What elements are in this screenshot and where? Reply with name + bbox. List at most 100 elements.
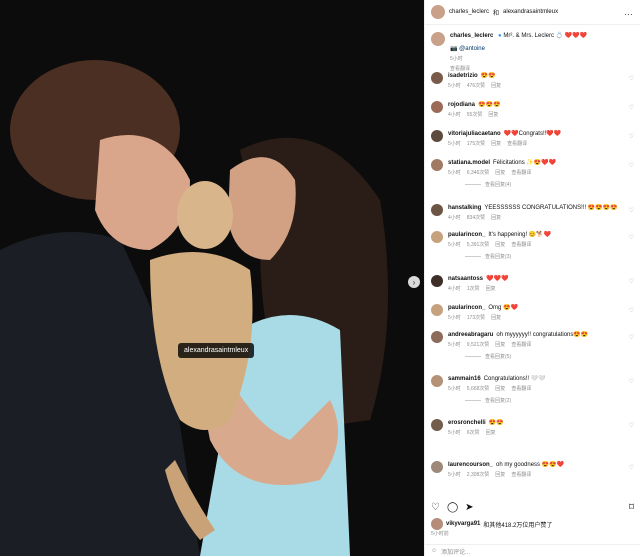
translate-link[interactable]: 查看翻译	[511, 242, 531, 248]
comment-likes[interactable]: 9,521次赞	[467, 342, 490, 348]
comment-likes[interactable]: 2,308次赞	[467, 472, 490, 478]
avatar[interactable]	[431, 5, 445, 19]
comment-username[interactable]: natsaantoss	[448, 276, 483, 282]
comment-item: vitoriajuliacaetano ❤️❤️Congrats!!❤️❤️ 5小时…	[431, 130, 634, 148]
comment-text: It's happening! 😊🐕❤️	[488, 232, 552, 238]
avatar[interactable]	[431, 72, 443, 84]
avatar[interactable]	[431, 518, 443, 530]
emoji-icon[interactable]: ☺	[431, 548, 437, 554]
avatar[interactable]	[431, 204, 443, 216]
like-heart-icon[interactable]: ♡	[629, 207, 634, 214]
like-heart-icon[interactable]: ♡	[629, 334, 634, 341]
reply-button[interactable]: 回复	[488, 112, 498, 118]
comment-likes[interactable]: 175次赞	[467, 141, 485, 147]
view-replies-link[interactable]: 查看回复(3)	[465, 253, 634, 261]
comment-likes[interactable]: 1次赞	[467, 286, 480, 292]
comment-time: 5小时	[448, 170, 461, 176]
comment-likes[interactable]: 6,346次赞	[467, 170, 490, 176]
comment-username[interactable]: andreeabragaru	[448, 332, 493, 338]
comment-username[interactable]: sammain16	[448, 376, 481, 382]
reply-button[interactable]: 回复	[486, 286, 496, 292]
like-heart-icon[interactable]: ♡	[629, 464, 634, 471]
comment-likes[interactable]: 5,391次赞	[467, 242, 490, 248]
like-heart-icon[interactable]: ♡	[629, 75, 634, 82]
like-heart-icon[interactable]: ♡	[629, 422, 634, 429]
like-heart-icon[interactable]: ♡	[629, 133, 634, 140]
view-replies-link[interactable]: 查看回复(4)	[465, 181, 634, 189]
avatar[interactable]	[431, 231, 443, 243]
heart-icon[interactable]: ♡	[431, 502, 440, 513]
translate-link[interactable]: 查看翻译	[511, 472, 531, 478]
avatar[interactable]	[431, 32, 445, 46]
like-heart-icon[interactable]: ♡	[629, 234, 634, 241]
reply-button[interactable]: 回复	[491, 215, 501, 221]
comment-likes[interactable]: 834次赞	[467, 215, 485, 221]
comment-likes[interactable]: 6次赞	[467, 430, 480, 436]
comment-username[interactable]: statiana.model	[448, 160, 490, 166]
caption-username[interactable]: charles_leclerc	[450, 33, 493, 39]
caption-mention[interactable]: 📷 @antoine	[450, 45, 634, 53]
reply-button[interactable]: 回复	[495, 472, 505, 478]
comment-username[interactable]: paularincon_	[448, 232, 485, 238]
view-replies-link[interactable]: 查看回复(2)	[465, 397, 634, 405]
comment-likes[interactable]: 476次赞	[467, 83, 485, 89]
post-time: 5小时前	[431, 531, 449, 537]
comment-likes[interactable]: 55次赞	[467, 112, 483, 118]
comment-username[interactable]: paularincon_	[448, 305, 485, 311]
avatar[interactable]	[431, 304, 443, 316]
likes-user[interactable]: vikyvarga91	[446, 521, 480, 527]
reply-button[interactable]: 回复	[491, 141, 501, 147]
comment-username[interactable]: laurencourson_	[448, 462, 493, 468]
like-heart-icon[interactable]: ♡	[629, 278, 634, 285]
user-tag[interactable]: alexandrasaintmleux	[178, 343, 255, 358]
comment-item: andreeabragaru oh myyyyyy!! congratulatio…	[431, 331, 634, 361]
translate-link[interactable]: 查看翻译	[507, 141, 527, 147]
comment-username[interactable]: vitoriajuliacaetano	[448, 131, 501, 137]
view-replies-link[interactable]: 查看回复(5)	[465, 353, 634, 361]
comment-username[interactable]: hanstalking	[448, 205, 481, 211]
comment-likes[interactable]: 173次赞	[467, 315, 485, 321]
comment-icon[interactable]: ◯	[447, 502, 458, 513]
comment-item: natsaantoss ❤️❤️❤️ 4小时 1次赞 回复 ♡	[431, 275, 634, 293]
avatar[interactable]	[431, 130, 443, 142]
comment-item: rojodiana 😍😍😍 4小时 55次赞 回复 ♡	[431, 101, 634, 119]
comment-text: Omg 😍❤️	[488, 305, 518, 311]
reply-button[interactable]: 回复	[491, 315, 501, 321]
comment-time: 5小时	[448, 141, 461, 147]
header-collaborator[interactable]: alexandrasaintmleux	[503, 9, 558, 15]
reply-button[interactable]: 回复	[491, 83, 501, 89]
comment-text: oh my goodness 😍😍❤️	[496, 462, 565, 468]
translate-link[interactable]: 查看翻译	[511, 342, 531, 348]
comment-username[interactable]: isadetrizio	[448, 73, 478, 79]
bookmark-icon[interactable]: ⌑	[629, 502, 634, 513]
like-heart-icon[interactable]: ♡	[629, 104, 634, 111]
likes-text[interactable]: 和其他418.2万位用户赞了	[483, 520, 552, 529]
avatar[interactable]	[431, 275, 443, 287]
comment-likes[interactable]: 5,668次赞	[467, 386, 490, 392]
chevron-right-icon: ›	[412, 277, 416, 287]
reply-button[interactable]: 回复	[495, 386, 505, 392]
translate-link[interactable]: 查看翻译	[511, 170, 531, 176]
reply-button[interactable]: 回复	[495, 170, 505, 176]
comment-username[interactable]: erosronchelli	[448, 420, 486, 426]
share-icon[interactable]: ➤	[465, 502, 473, 513]
next-image-button[interactable]: ›	[408, 276, 420, 288]
reply-button[interactable]: 回复	[495, 342, 505, 348]
avatar[interactable]	[431, 101, 443, 113]
avatar[interactable]	[431, 159, 443, 171]
like-heart-icon[interactable]: ♡	[629, 378, 634, 385]
header-username[interactable]: charles_leclerc	[449, 9, 489, 15]
add-comment-input[interactable]: 添加评论...	[441, 547, 470, 556]
reply-button[interactable]: 回复	[495, 242, 505, 248]
more-options-icon[interactable]: …	[624, 7, 634, 17]
avatar[interactable]	[431, 461, 443, 473]
avatar[interactable]	[431, 375, 443, 387]
avatar[interactable]	[431, 331, 443, 343]
comment-time: 5小时	[448, 242, 461, 248]
like-heart-icon[interactable]: ♡	[629, 162, 634, 169]
translate-link[interactable]: 查看翻译	[511, 386, 531, 392]
avatar[interactable]	[431, 419, 443, 431]
comment-username[interactable]: rojodiana	[448, 102, 475, 108]
reply-button[interactable]: 回复	[486, 430, 496, 436]
like-heart-icon[interactable]: ♡	[629, 307, 634, 314]
